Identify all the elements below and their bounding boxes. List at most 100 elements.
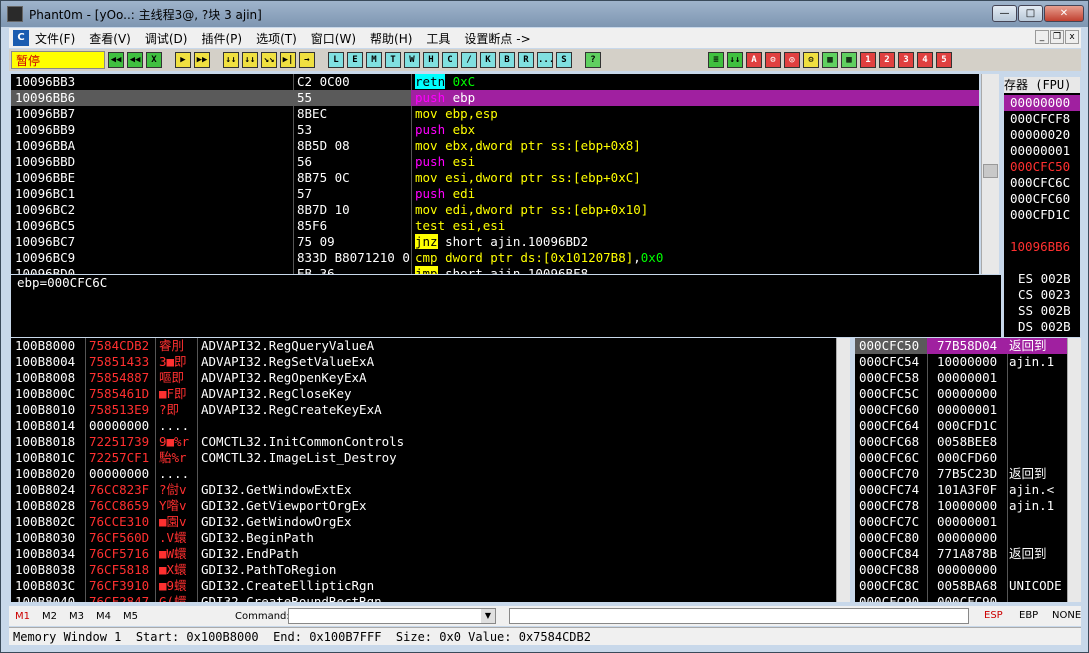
register-row[interactable]: 10096BB6 <box>1004 239 1080 255</box>
restart-button[interactable]: ◀◀ <box>108 52 124 68</box>
run-trace-window-button[interactable]: ... <box>537 52 554 68</box>
dump-row[interactable]: 100B8000 7584CDB2 睿刖 ADVAPI32.RegQueryValue… <box>11 338 849 354</box>
close-debug-button[interactable]: X <box>146 52 162 68</box>
patches-window-button[interactable]: / <box>461 52 477 68</box>
handles-window-button[interactable]: H <box>423 52 439 68</box>
memory-tab-3[interactable]: M3 <box>69 611 84 622</box>
title-bar[interactable]: Phant0m - [yOo..: 主线程3@, ?块 3 ajin] — □ … <box>1 1 1088 27</box>
dump-row[interactable]: 100B8010 758513E9 ?即 ADVAPI32.RegCreateKeyE… <box>11 402 849 418</box>
disasm-row[interactable]: 10096BC1 57 push edi <box>11 186 979 202</box>
disasm-row[interactable]: 10096BC9 833D B8071210 0 cmp dword ptr ds:… <box>11 250 979 266</box>
windows-window-button[interactable]: W <box>404 52 420 68</box>
cpu-window-button[interactable]: C <box>442 52 458 68</box>
disasm-row[interactable]: 10096BBE 8B75 0C mov esi,dword ptr ss:[ebp… <box>11 170 979 186</box>
memory-tab-4[interactable]: M4 <box>96 611 111 622</box>
command-input[interactable]: ▼ <box>288 608 496 624</box>
grid-icon[interactable]: ▦ <box>822 52 838 68</box>
ascii-button[interactable]: A <box>746 52 762 68</box>
register-row[interactable]: 000CFD1C <box>1004 207 1080 223</box>
menu-debug[interactable]: 调试(D) <box>145 30 188 47</box>
down-button[interactable]: ↓↓ <box>727 52 743 68</box>
register-row[interactable]: 000CFC50 <box>1004 159 1080 175</box>
menu-options[interactable]: 选项(T) <box>256 30 297 47</box>
references-window-button[interactable]: R <box>518 52 534 68</box>
callstack-window-button[interactable]: K <box>480 52 496 68</box>
slot-5-button[interactable]: 5 <box>936 52 952 68</box>
grid2-icon[interactable]: ▦ <box>841 52 857 68</box>
trace-into-button[interactable]: ↘↘ <box>261 52 277 68</box>
target-icon[interactable]: ◎ <box>784 52 800 68</box>
stack-pane[interactable]: 000CFC50 77B58D04 返回到 000CFC54 10000000 ajin.… <box>855 338 1081 602</box>
stack-row[interactable]: 000CFC80 00000000 <box>855 530 1081 546</box>
close-button[interactable]: ✕ <box>1044 5 1084 22</box>
register-row[interactable]: 000CFC6C <box>1004 175 1080 191</box>
memory-tab-1[interactable]: M1 <box>15 611 30 622</box>
memory-tab-5[interactable]: M5 <box>123 611 138 622</box>
stack-row[interactable]: 000CFC88 00000000 <box>855 562 1081 578</box>
dump-row[interactable]: 100B8014 00000000.... <box>11 418 849 434</box>
memory-dump-pane[interactable]: 100B8000 7584CDB2 睿刖 ADVAPI32.RegQueryValue… <box>11 338 849 602</box>
slot-2-button[interactable]: 2 <box>879 52 895 68</box>
dump-row[interactable]: 100B8028 76CC8659 Y喒v GDI32.GetViewportOrgE… <box>11 498 849 514</box>
stack-row[interactable]: 000CFC84 771A878B 返回到 <box>855 546 1081 562</box>
menu-window[interactable]: 窗口(W) <box>311 30 356 47</box>
menu-help[interactable]: 帮助(H) <box>370 30 412 47</box>
stack-row[interactable]: 000CFC90 000CFC90 <box>855 594 1081 602</box>
register-row[interactable]: 000CFCF8 <box>1004 111 1080 127</box>
disassembly-pane[interactable]: 10096BB3 C2 0C00 retn 0xC 10096BB6 55 push eb… <box>11 74 979 274</box>
dump-row[interactable]: 100B802C 76CCE310 ■園v GDI32.GetWindowOrgEx <box>11 514 849 530</box>
none-button[interactable]: NONE <box>1052 610 1081 621</box>
stack-row[interactable]: 000CFC60 00000001 <box>855 402 1081 418</box>
memory-window-button[interactable]: M <box>366 52 382 68</box>
step-over-button[interactable]: ↓↓ <box>242 52 258 68</box>
register-row[interactable]: ES 002B <box>1004 271 1080 287</box>
register-row[interactable]: DS 002B <box>1004 319 1080 335</box>
register-row[interactable]: SS 002B <box>1004 303 1080 319</box>
minimize-button[interactable]: — <box>992 5 1017 22</box>
threads-window-button[interactable]: T <box>385 52 401 68</box>
menu-tools[interactable]: 工具 <box>426 30 450 47</box>
chevron-down-icon[interactable]: ▼ <box>481 609 495 623</box>
register-row[interactable]: 00000020 <box>1004 127 1080 143</box>
dump-row[interactable]: 100B8020 00000000.... <box>11 466 849 482</box>
stack-row[interactable]: 000CFC5C 00000000 <box>855 386 1081 402</box>
menu-plugins[interactable]: 插件(P) <box>201 30 242 47</box>
run-button[interactable]: ▶ <box>175 52 191 68</box>
stack-row[interactable]: 000CFC58 00000001 <box>855 370 1081 386</box>
stack-row[interactable]: 000CFC74 101A3F0F ajin.< <box>855 482 1081 498</box>
maximize-button[interactable]: □ <box>1018 5 1043 22</box>
execute-till-return-button[interactable]: → <box>299 52 315 68</box>
trace-over-button[interactable]: ▶| <box>280 52 296 68</box>
settings-icon[interactable]: ⚙ <box>803 52 819 68</box>
mdi-icon[interactable]: C <box>13 30 29 46</box>
esp-button[interactable]: ESP <box>984 610 1003 621</box>
log-window-button[interactable]: L <box>328 52 344 68</box>
disassembly-scrollbar[interactable] <box>981 74 999 274</box>
dump-row[interactable]: 100B8034 76CF5716 ■W蠉 GDI32.EndPath <box>11 546 849 562</box>
stack-row[interactable]: 000CFC50 77B58D04 返回到 <box>855 338 1081 354</box>
disasm-row[interactable]: 10096BB7 8BEC mov ebp,esp <box>11 106 979 122</box>
slot-4-button[interactable]: 4 <box>917 52 933 68</box>
register-row[interactable]: 00000000 <box>1004 95 1080 111</box>
mdi-close-button[interactable]: x <box>1065 30 1079 44</box>
ebp-button[interactable]: EBP <box>1019 610 1038 621</box>
menu-file[interactable]: 文件(F) <box>35 30 75 47</box>
mdi-restore-button[interactable]: ❐ <box>1050 30 1064 44</box>
dump-row[interactable]: 100B801C 72257CF1 駘%r COMCTL32.ImageList_De… <box>11 450 849 466</box>
registers-pane[interactable]: 00000000 000CFCF8 00000020 00000001 000CFC50… <box>1004 77 1080 350</box>
register-row[interactable] <box>1004 255 1080 271</box>
register-row[interactable]: 00000001 <box>1004 143 1080 159</box>
disasm-row[interactable]: 10096BB9 53 push ebx <box>11 122 979 138</box>
dump-row[interactable]: 100B8008 75854887 嘔即 ADVAPI32.RegOpenKeyExA <box>11 370 849 386</box>
dump-row[interactable]: 100B8024 76CC823F ?傠v GDI32.GetWindowExtEx <box>11 482 849 498</box>
dump-row[interactable]: 100B8040 76CF2847 G(蠉 GDI32.CreateRoundRect… <box>11 594 849 602</box>
dump-scrollbar[interactable] <box>836 338 850 602</box>
menu-view[interactable]: 查看(V) <box>89 30 131 47</box>
disasm-row[interactable]: 10096BC7 75 09 jnz short ajin.10096BD2 <box>11 234 979 250</box>
dump-row[interactable]: 100B803C 76CF3910 ■9蠉 GDI32.CreateEllipticR… <box>11 578 849 594</box>
menu-breakpoint[interactable]: 设置断点 -> <box>464 30 530 47</box>
disasm-row[interactable]: 10096BBD 56 push esi <box>11 154 979 170</box>
step-into-button[interactable]: ↓↓ <box>223 52 239 68</box>
register-row[interactable] <box>1004 223 1080 239</box>
options-button[interactable]: ? <box>585 52 601 68</box>
